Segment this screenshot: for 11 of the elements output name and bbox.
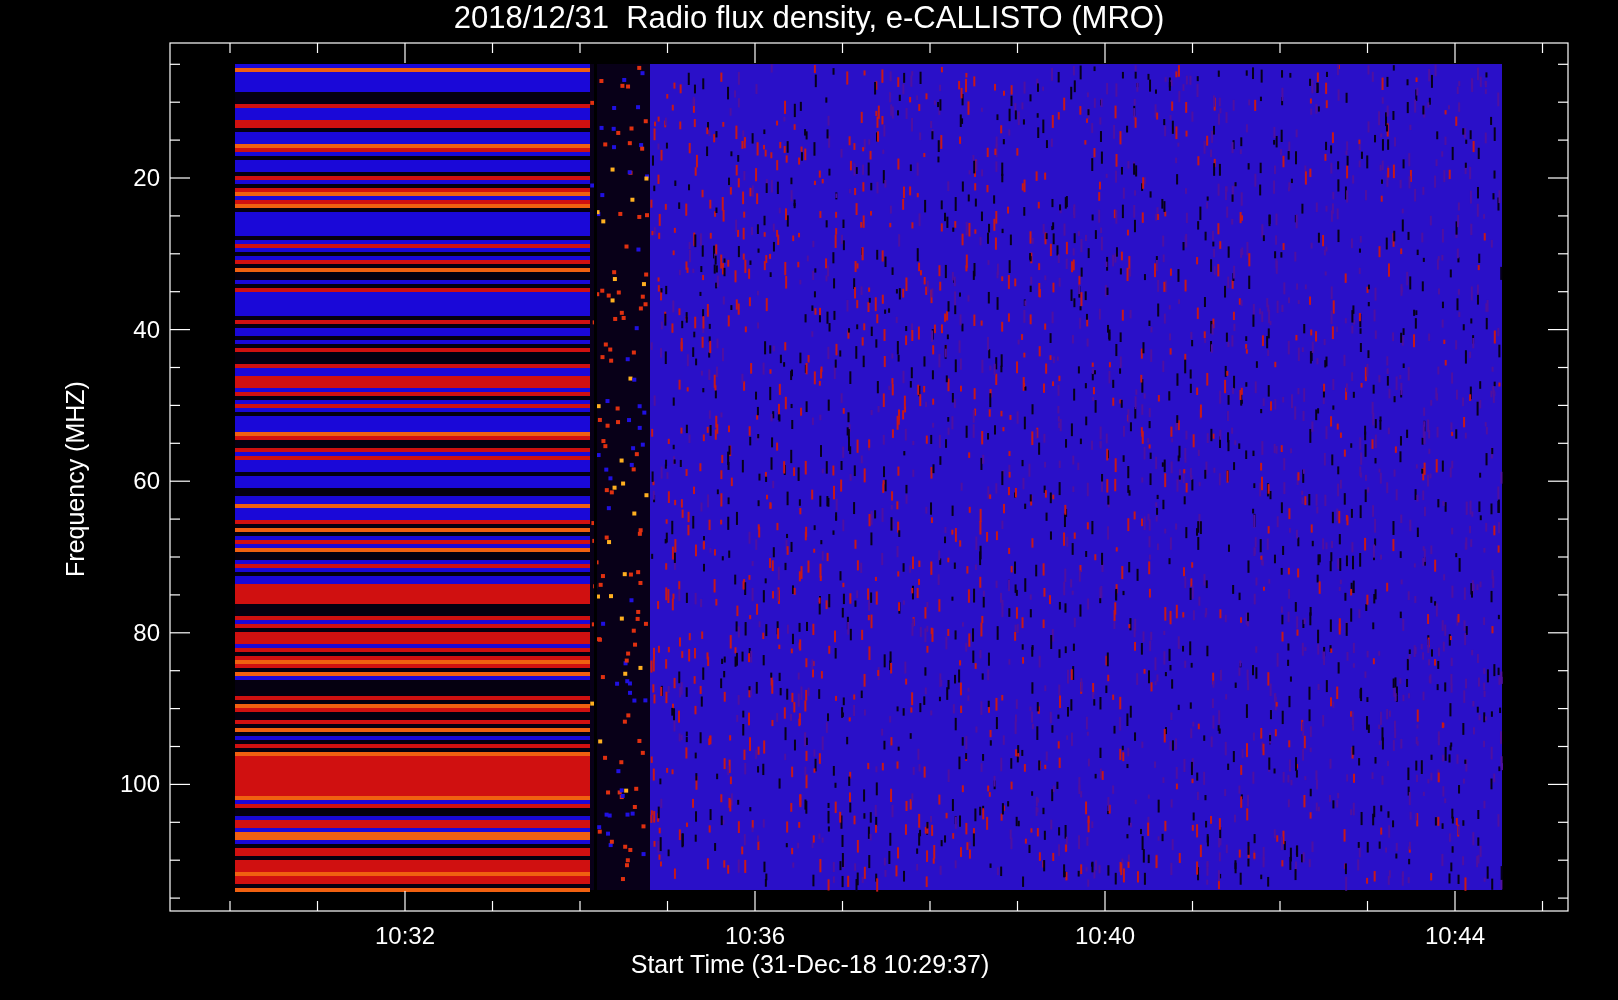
y-tick-label: 40 (132, 317, 160, 342)
x-tick-label: 10:36 (723, 924, 787, 948)
chart-title: 2018/12/31 Radio flux density, e-CALLISTO (MRO) (452, 2, 1166, 33)
x-tick-label: 10:32 (373, 924, 437, 948)
x-axis-label: Start Time (31-Dec-18 10:29:37) (629, 952, 991, 977)
y-axis-label: Frequency (MHZ) (62, 381, 88, 577)
y-tick-label: 20 (132, 166, 160, 190)
y-tick-label: 100 (118, 772, 160, 797)
x-tick-label: 10:44 (1423, 924, 1487, 948)
x-tick-label: 10:40 (1073, 924, 1137, 948)
y-tick-label: 80 (132, 620, 160, 645)
